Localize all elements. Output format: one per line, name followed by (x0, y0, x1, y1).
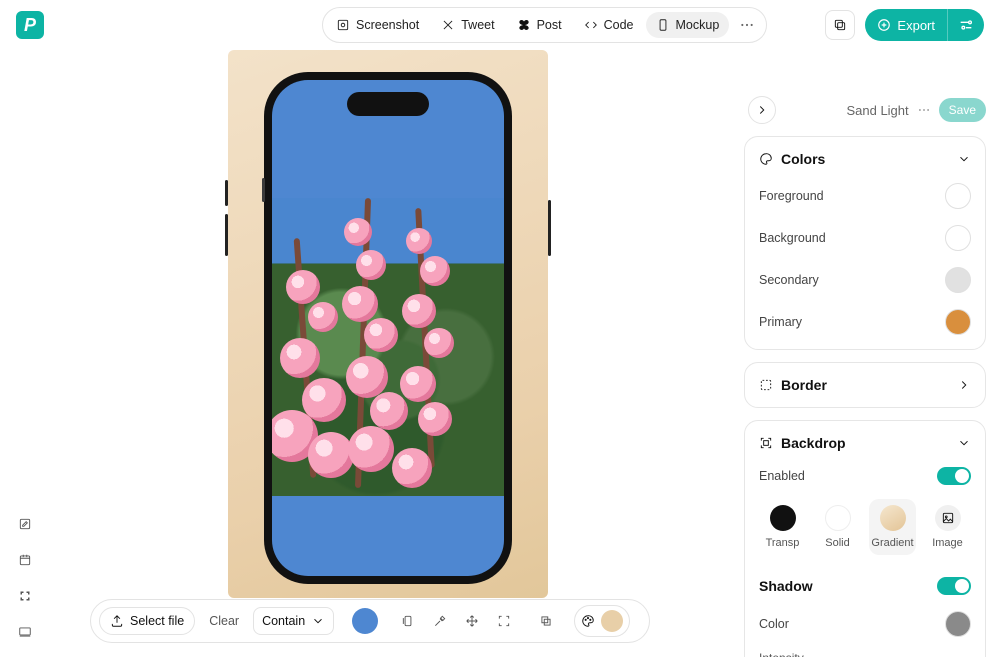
mode-tabs: Screenshot Tweet Post Code Mockup (322, 7, 767, 43)
backdrop-opt-transparent[interactable]: Transp (759, 499, 806, 555)
left-rail (14, 513, 36, 643)
phone-side-button (225, 214, 228, 256)
phone-side-button (262, 178, 265, 202)
shadow-color-label: Color (759, 617, 789, 631)
device-screen (272, 80, 504, 576)
tab-label: Post (537, 18, 562, 32)
chevron-down-icon (957, 436, 971, 450)
backdrop-opt-solid[interactable]: Solid (814, 499, 861, 555)
export-settings-button[interactable] (947, 9, 984, 41)
palette-more-icon[interactable] (917, 103, 931, 117)
shadow-color-swatch[interactable] (945, 611, 971, 637)
border-section: Border (744, 362, 986, 408)
phone-side-button (225, 180, 228, 206)
tab-mockup[interactable]: Mockup (646, 12, 730, 38)
compose-icon[interactable] (14, 513, 36, 535)
backdrop-opt-image[interactable]: Image (924, 499, 971, 555)
screenshot-icon (336, 18, 350, 32)
export-label: Export (897, 18, 935, 33)
tab-label: Mockup (676, 18, 720, 32)
backdrop-enabled-label: Enabled (759, 469, 805, 483)
screenshot-image (272, 198, 504, 496)
colors-section: Colors Foreground Background Secondary P… (744, 136, 986, 350)
butterfly-icon (517, 18, 531, 32)
backdrop-header[interactable]: Backdrop (759, 435, 971, 451)
duplicate-icon[interactable] (394, 607, 422, 635)
export-button[interactable]: Export (865, 9, 947, 41)
background-label: Background (759, 231, 826, 245)
backdrop-opt-gradient[interactable]: Gradient (869, 499, 916, 555)
phone-side-button (548, 200, 551, 256)
resize-icon[interactable] (490, 607, 518, 635)
fill-color-swatch[interactable] (352, 608, 378, 634)
tab-tweet[interactable]: Tweet (431, 12, 504, 38)
right-panel: Sand Light Save Colors Foreground Backgr… (744, 96, 986, 657)
device-frame[interactable] (264, 72, 512, 584)
fit-mode-label: Contain (262, 614, 305, 628)
layers-icon[interactable] (532, 607, 560, 635)
eyedropper-icon[interactable] (426, 607, 454, 635)
backdrop-section: Backdrop Enabled Transp Solid Gradient I… (744, 420, 986, 657)
shadow-enabled-toggle[interactable] (937, 577, 971, 595)
tab-code[interactable]: Code (574, 12, 644, 38)
shadow-heading: Shadow (759, 578, 813, 594)
backdrop-enabled-toggle[interactable] (937, 467, 971, 485)
foreground-label: Foreground (759, 189, 824, 203)
schedule-icon[interactable] (14, 549, 36, 571)
select-file-label: Select file (130, 614, 184, 628)
select-file-button[interactable]: Select file (99, 607, 195, 635)
app-logo[interactable]: P (16, 11, 44, 39)
tab-label: Screenshot (356, 18, 419, 32)
canvas-area (55, 50, 720, 602)
bottom-toolbar: Select file Clear Contain (90, 599, 650, 643)
secondary-swatch[interactable] (945, 267, 971, 293)
background-swatch[interactable] (945, 225, 971, 251)
fit-mode-select[interactable]: Contain (253, 607, 334, 635)
collapse-panel-button[interactable] (748, 96, 776, 124)
palette-name: Sand Light (846, 103, 908, 118)
backdrop-heading: Backdrop (781, 435, 846, 451)
tab-post[interactable]: Post (507, 12, 572, 38)
palette-picker[interactable] (574, 605, 630, 637)
device-notch (347, 92, 429, 116)
intensity-label: Intensity (759, 651, 971, 657)
move-icon[interactable] (458, 607, 486, 635)
tab-screenshot[interactable]: Screenshot (326, 12, 429, 38)
palette-swatch (601, 610, 623, 632)
export-group: Export (865, 9, 984, 41)
keyboard-icon[interactable] (14, 585, 36, 607)
x-icon (441, 18, 455, 32)
tabs-more[interactable] (731, 11, 763, 39)
chevron-down-icon (957, 152, 971, 166)
copy-button[interactable] (825, 10, 855, 40)
palette-icon (581, 614, 595, 628)
clear-button[interactable]: Clear (199, 608, 249, 634)
desktop-icon[interactable] (14, 621, 36, 643)
chevron-right-icon (957, 378, 971, 392)
code-icon (584, 18, 598, 32)
tab-label: Tweet (461, 18, 494, 32)
colors-heading: Colors (781, 151, 825, 167)
primary-swatch[interactable] (945, 309, 971, 335)
tab-label: Code (604, 18, 634, 32)
secondary-label: Secondary (759, 273, 819, 287)
backdrop-icon (759, 436, 773, 450)
border-heading: Border (781, 377, 827, 393)
primary-label: Primary (759, 315, 802, 329)
palette-icon (759, 152, 773, 166)
foreground-swatch[interactable] (945, 183, 971, 209)
colors-header[interactable]: Colors (759, 151, 971, 167)
mockup-icon (656, 18, 670, 32)
save-palette-button[interactable]: Save (939, 98, 986, 122)
mockup-backdrop[interactable] (228, 50, 548, 598)
border-header[interactable]: Border (759, 377, 971, 393)
border-icon (759, 378, 773, 392)
